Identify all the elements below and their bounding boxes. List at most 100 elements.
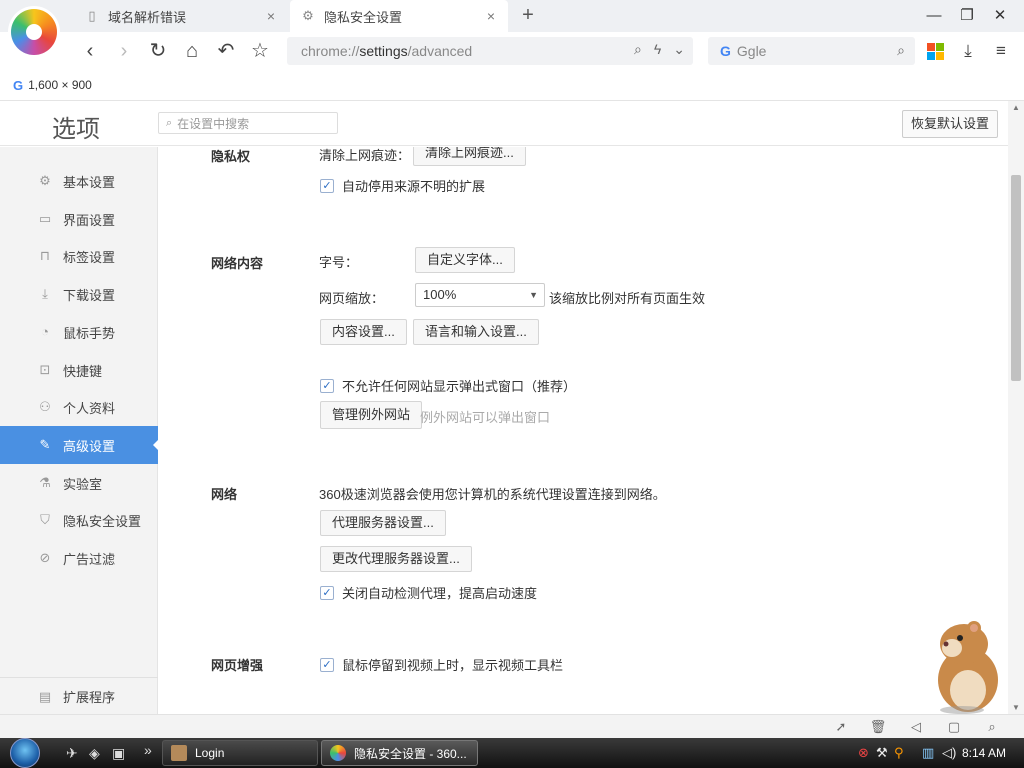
sidebar-item-lab[interactable]: ⚗ 实验室 [0, 464, 158, 502]
sidebar-item-privacy[interactable]: ⛉ 隐私安全设置 [0, 501, 158, 539]
security-tray-icon[interactable]: ⊗ [858, 745, 869, 761]
desktop-icon[interactable]: ▣ [112, 745, 125, 762]
tab-dns-error[interactable]: ▯ 域名解析错误 × [74, 0, 288, 32]
block-icon: ⊘ [39, 550, 51, 565]
language-settings-button[interactable]: 语言和输入设置... [413, 319, 539, 345]
search-placeholder: 在设置中搜索 [177, 116, 250, 131]
reset-defaults-button[interactable]: 恢复默认设置 [902, 110, 998, 138]
scroll-up-arrow-icon[interactable]: ▲ [1008, 101, 1024, 115]
sidebar-item-interface[interactable]: ▭ 界面设置 [0, 200, 158, 238]
volume-tray-icon[interactable]: ◁) [942, 745, 956, 761]
checkbox-label: 关闭自动检测代理，提高启动速度 [342, 586, 538, 601]
page-scrollbar[interactable]: ▲ ▼ [1008, 101, 1024, 715]
restore-button[interactable]: ❐ [955, 5, 979, 27]
sidebar-item-label: 基本设置 [63, 174, 116, 190]
search-icon[interactable]: ⌕ [983, 719, 1001, 735]
change-proxy-button[interactable]: 更改代理服务器设置... [320, 546, 472, 572]
url-path: /advanced [407, 43, 473, 59]
sidebar-item-label: 扩展程序 [63, 690, 116, 705]
video-toolbar-checkbox[interactable]: ✓ 鼠标停留到视频上时，显示视频工具栏 [320, 655, 563, 674]
section-title-web-content: 网络内容 [211, 256, 264, 271]
menu-icon[interactable]: ≡ [990, 40, 1012, 62]
sidebar-item-download[interactable]: ⤓ 下载设置 [0, 275, 158, 313]
proxy-settings-button[interactable]: 代理服务器设置... [320, 510, 446, 536]
taskbar-item-login[interactable]: Login [162, 740, 318, 766]
back-button[interactable]: ‹ [77, 38, 103, 64]
download-icon[interactable]: ⤓ [957, 40, 979, 62]
search-icon[interactable]: ⌕ [897, 42, 905, 59]
taskbar-item-browser[interactable]: 隐私安全设置 - 360... [321, 740, 478, 766]
search-icon[interactable]: ⌕ [634, 41, 642, 58]
sidebar-item-adblock[interactable]: ⊘ 广告过滤 [0, 539, 158, 577]
sidebar-item-extensions[interactable]: ▤ 扩展程序 [0, 677, 158, 715]
sidebar-item-mouse-gesture[interactable]: ◔ 鼠标手势 [0, 313, 158, 351]
taskbar-item-label: Login [195, 746, 225, 760]
chevron-down-icon[interactable]: ⌄ [673, 41, 685, 58]
minimize-button[interactable]: — [922, 5, 946, 27]
bookmark-item[interactable]: 1,600 × 900 [28, 78, 92, 92]
disable-unknown-extensions-checkbox[interactable]: ✓ 自动停用来源不明的扩展 [320, 176, 485, 195]
manage-exceptions-button[interactable]: 管理例外网站 [320, 401, 423, 429]
sidebar-item-tabs[interactable]: ⊓ 标签设置 [0, 237, 158, 275]
forward-button[interactable]: › [111, 38, 137, 64]
bookmark-star-icon[interactable]: ☆ [247, 38, 273, 64]
network-tray-icon[interactable]: ▥ [922, 745, 934, 761]
address-bar[interactable]: chrome://settings/advanced ⌕ ϟ ⌄ [287, 37, 693, 65]
settings-search-input[interactable]: ⌕ 在设置中搜索 [158, 112, 338, 134]
page-icon: ▯ [88, 8, 96, 23]
tool-tray-icon[interactable]: ⚒ [876, 745, 888, 761]
settings-page: 选项 ⌕ 在设置中搜索 恢复默认设置 ⚙ 基本设置 ▭ 界面设置 ⊓ 标签设置 ⤓ 下载… [0, 100, 1024, 715]
trash-icon[interactable]: 🗑 [869, 719, 887, 735]
block-popups-checkbox[interactable]: ✓ 不允许任何网站显示弹出式窗口（推荐） [320, 376, 576, 395]
section-title-privacy: 隐私权 [211, 149, 251, 164]
keyboard-icon: ⊡ [39, 362, 51, 377]
clear-history-button[interactable]: 清除上网痕迹... [413, 147, 526, 166]
extension-icon: ▤ [38, 688, 52, 704]
start-button[interactable] [10, 738, 40, 768]
page-title: 选项 [52, 116, 100, 143]
browser-statusbar: ➚ 🗑 ◁ ▢ ⌕ [0, 714, 1024, 738]
quicklaunch-more-icon[interactable]: » [144, 742, 152, 758]
taskbar-item-label: 隐私安全设置 - 360... [354, 746, 467, 761]
disable-proxy-detect-checkbox[interactable]: ✓ 关闭自动检测代理，提高启动速度 [320, 583, 537, 602]
custom-font-button[interactable]: 自定义字体... [415, 247, 515, 273]
undo-close-icon[interactable]: ↶ [213, 38, 239, 64]
reload-icon[interactable]: ↻ [145, 38, 171, 64]
zoom-select[interactable]: 100% ▼ [415, 283, 545, 307]
search-box[interactable]: G Ggle ⌕ [708, 37, 915, 65]
scroll-down-arrow-icon[interactable]: ▼ [1008, 701, 1024, 715]
sidebar-item-basic[interactable]: ⚙ 基本设置 [0, 162, 158, 200]
browser-logo-icon [330, 745, 346, 761]
hamster-mascot-icon[interactable] [922, 618, 1008, 714]
exceptions-hint: 例外网站可以弹出窗口 [420, 410, 551, 425]
sidebar-item-shortcuts[interactable]: ⊡ 快捷键 [0, 351, 158, 389]
home-icon[interactable]: ⌂ [179, 38, 205, 64]
search-tray-icon[interactable]: ⚲ [894, 745, 904, 761]
sidebar-item-profile[interactable]: ⚇ 个人资料 [0, 388, 158, 426]
sidebar-item-advanced[interactable]: ✎ 高级设置 [0, 426, 159, 464]
new-tab-button[interactable]: + [516, 4, 540, 27]
tab-label: 域名解析错误 [108, 9, 187, 25]
google-icon: G [13, 77, 24, 93]
quicklaunch-icon[interactable]: ✈ [66, 745, 78, 762]
browser-logo-icon[interactable] [11, 9, 57, 55]
scrollbar-thumb[interactable] [1011, 175, 1021, 381]
close-window-button[interactable]: ✕ [988, 5, 1012, 27]
window-icon[interactable]: ▢ [945, 719, 963, 735]
sidebar-item-label: 个人资料 [63, 400, 116, 416]
rocket-icon[interactable]: ➚ [832, 719, 850, 735]
network-app-icon[interactable]: ◈ [89, 745, 100, 762]
tab-close-icon[interactable]: × [484, 8, 498, 24]
sidebar-item-label: 高级设置 [63, 438, 116, 454]
lightning-icon[interactable]: ϟ [654, 41, 661, 58]
tab-close-icon[interactable]: × [264, 8, 278, 24]
tab-privacy-settings[interactable]: ⚙ 隐私安全设置 × [290, 0, 508, 32]
content-settings-button[interactable]: 内容设置... [320, 319, 407, 345]
app-icon [171, 745, 187, 761]
checkmark-icon: ✓ [320, 178, 334, 193]
sidebar-item-label: 界面设置 [63, 212, 116, 228]
speaker-icon[interactable]: ◁ [907, 719, 925, 735]
apps-icon[interactable] [925, 40, 947, 62]
sidebar-item-label: 标签设置 [63, 249, 116, 265]
clear-history-label: 清除上网痕迹： [319, 148, 411, 163]
